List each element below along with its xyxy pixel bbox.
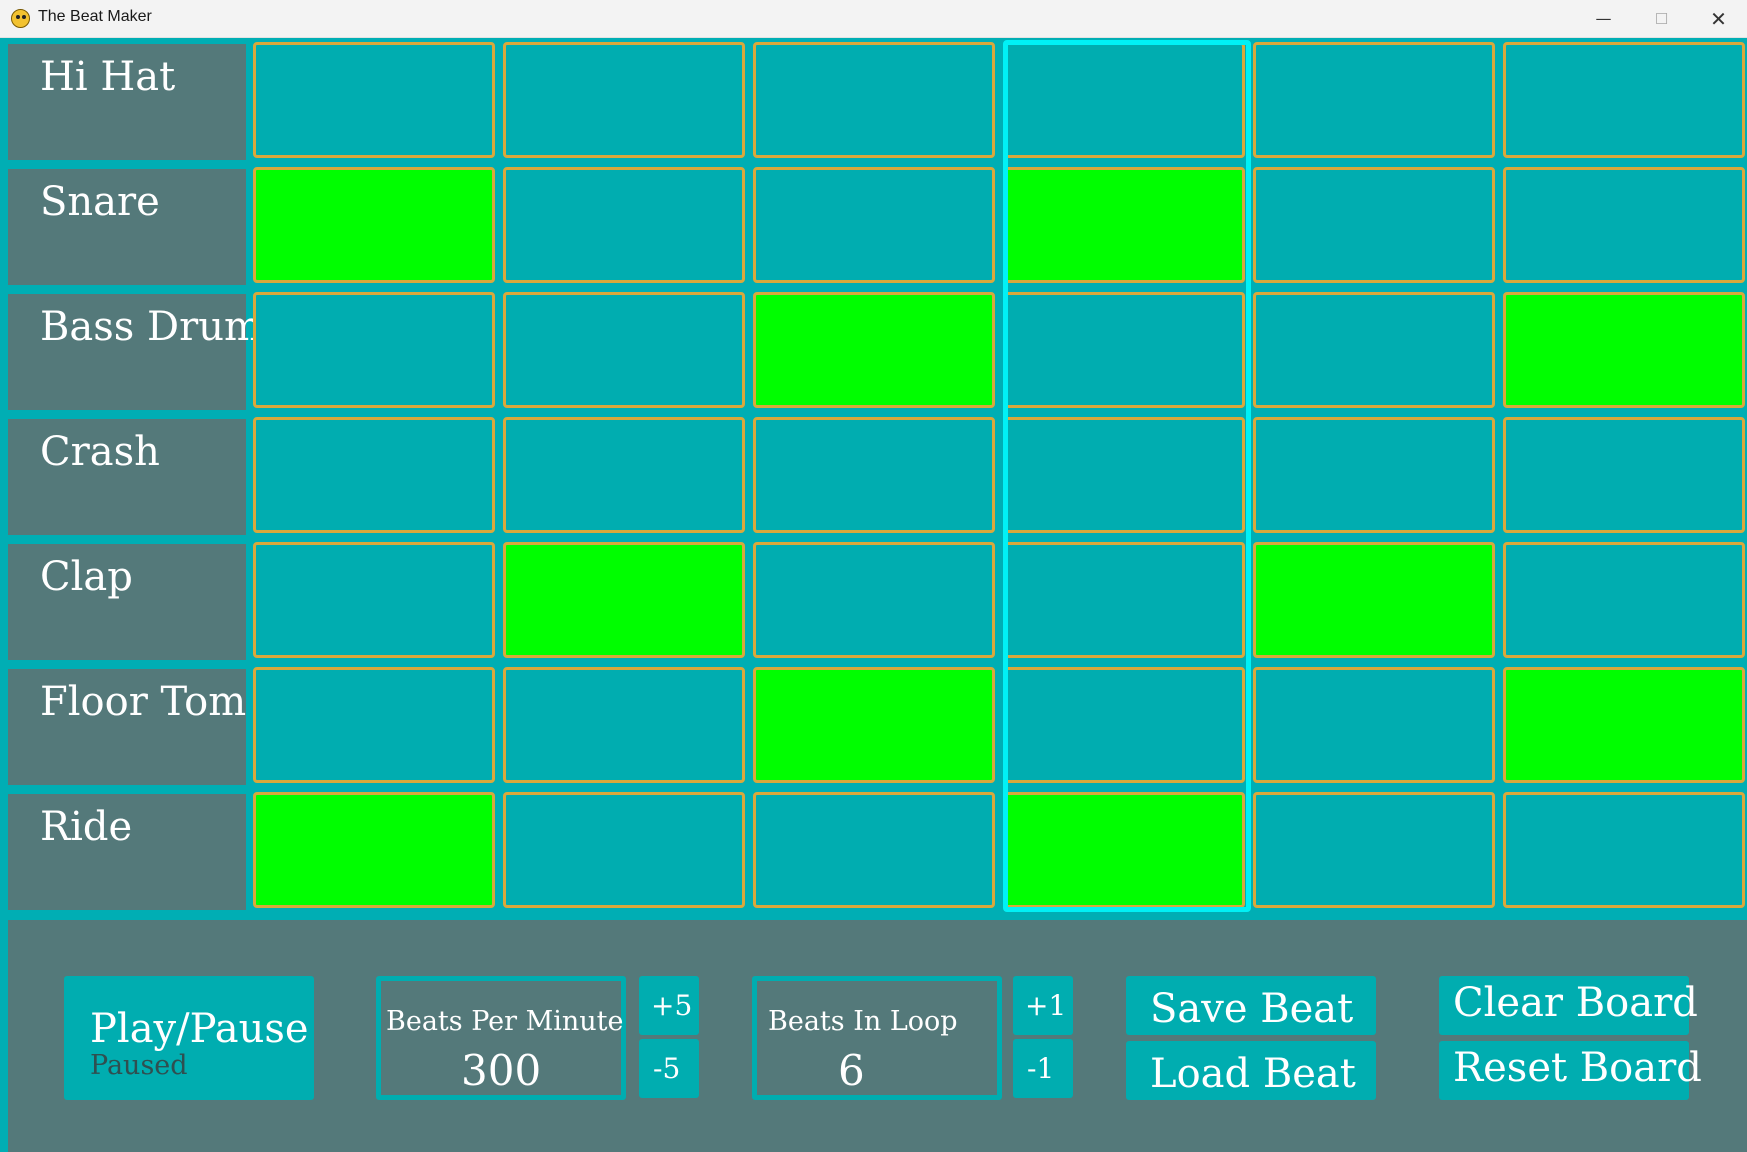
- beat-cell-r7-c4[interactable]: [1003, 792, 1245, 908]
- beat-cell-r3-c4[interactable]: [1003, 292, 1245, 408]
- beat-cell-r4-c6[interactable]: [1503, 417, 1745, 533]
- beat-cell-r2-c1[interactable]: [253, 167, 495, 283]
- beat-cell-r1-c6[interactable]: [1503, 42, 1745, 158]
- beat-cell-r3-c1[interactable]: [253, 292, 495, 408]
- instrument-label-bass-drum: Bass Drum: [8, 294, 262, 410]
- beat-cell-r6-c3[interactable]: [753, 667, 995, 783]
- bpm-increase-button[interactable]: +5: [639, 976, 699, 1035]
- beat-cell-r6-c1[interactable]: [253, 667, 495, 783]
- instrument-label-hi-hat: Hi Hat: [8, 44, 246, 160]
- reset-board-button[interactable]: Reset Board: [1439, 1041, 1702, 1100]
- beat-cell-r7-c2[interactable]: [503, 792, 745, 908]
- load-beat-label: Load Beat: [1150, 1051, 1356, 1097]
- instrument-column: Hi Hat Snare Bass Drum Crash Clap Floor …: [8, 44, 262, 910]
- beat-cell-r1-c5[interactable]: [1253, 42, 1495, 158]
- close-button[interactable]: ✕: [1690, 0, 1747, 37]
- beat-cell-r4-c2[interactable]: [503, 417, 745, 533]
- beat-cell-r5-c3[interactable]: [753, 542, 995, 658]
- window-title: The Beat Maker: [38, 8, 152, 25]
- beat-cell-r1-c1[interactable]: [253, 42, 495, 158]
- beat-cell-r2-c5[interactable]: [1253, 167, 1495, 283]
- beat-cell-r2-c3[interactable]: [753, 167, 995, 283]
- beat-cell-r3-c5[interactable]: [1253, 292, 1495, 408]
- instrument-label-floor-tom: Floor Tom: [8, 669, 246, 785]
- beat-cell-r4-c3[interactable]: [753, 417, 995, 533]
- beat-cell-r4-c5[interactable]: [1253, 417, 1495, 533]
- loop-increase-button[interactable]: +1: [1013, 976, 1073, 1035]
- bpm-decrease-button[interactable]: -5: [639, 1039, 699, 1098]
- beat-cell-r1-c4[interactable]: [1003, 42, 1245, 158]
- beat-cell-r5-c2[interactable]: [503, 542, 745, 658]
- instrument-label-ride: Ride: [8, 794, 246, 910]
- beat-cell-r5-c5[interactable]: [1253, 542, 1495, 658]
- save-beat-button[interactable]: Save Beat: [1126, 976, 1376, 1035]
- beat-cell-r6-c4[interactable]: [1003, 667, 1245, 783]
- beat-cell-r3-c6[interactable]: [1503, 292, 1745, 408]
- minimize-button[interactable]: —: [1575, 0, 1632, 37]
- app-icon: [11, 9, 30, 28]
- instrument-label-clap: Clap: [8, 544, 246, 660]
- beat-cell-r7-c1[interactable]: [253, 792, 495, 908]
- title-bar: The Beat Maker — ☐ ✕: [0, 0, 1747, 38]
- bpm-decrease-label: -5: [653, 1052, 681, 1085]
- beat-cell-r4-c1[interactable]: [253, 417, 495, 533]
- load-beat-button[interactable]: Load Beat: [1126, 1041, 1376, 1100]
- clear-board-label: Clear Board: [1453, 980, 1698, 1026]
- bpm-value: 300: [461, 1046, 542, 1095]
- beat-cell-r6-c5[interactable]: [1253, 667, 1495, 783]
- beat-cell-r2-c2[interactable]: [503, 167, 745, 283]
- beat-cell-r6-c2[interactable]: [503, 667, 745, 783]
- beat-cell-r1-c2[interactable]: [503, 42, 745, 158]
- play-pause-label: Play/Pause: [90, 1006, 309, 1052]
- beat-cell-r7-c5[interactable]: [1253, 792, 1495, 908]
- beat-cell-r5-c4[interactable]: [1003, 542, 1245, 658]
- beat-cell-r1-c3[interactable]: [753, 42, 995, 158]
- bpm-display: Beats Per Minute 300: [376, 976, 626, 1100]
- play-pause-button[interactable]: Play/Pause Paused: [64, 976, 314, 1100]
- maximize-button[interactable]: ☐: [1633, 0, 1690, 37]
- beat-cell-r3-c2[interactable]: [503, 292, 745, 408]
- loop-increase-label: +1: [1025, 989, 1067, 1022]
- loop-value: 6: [838, 1046, 865, 1095]
- save-beat-label: Save Beat: [1150, 986, 1354, 1032]
- beat-cell-r3-c3[interactable]: [753, 292, 995, 408]
- loop-decrease-button[interactable]: -1: [1013, 1039, 1073, 1098]
- bpm-increase-label: +5: [651, 989, 693, 1022]
- beat-cell-r2-c6[interactable]: [1503, 167, 1745, 283]
- bpm-title: Beats Per Minute: [386, 1006, 624, 1037]
- beat-cell-r7-c3[interactable]: [753, 792, 995, 908]
- beat-cell-r4-c4[interactable]: [1003, 417, 1245, 533]
- instrument-label-snare: Snare: [8, 169, 246, 285]
- loop-title: Beats In Loop: [768, 1006, 958, 1037]
- reset-board-label: Reset Board: [1453, 1045, 1702, 1091]
- control-panel: Play/Pause Paused Beats Per Minute 300 +…: [8, 920, 1747, 1152]
- clear-board-button[interactable]: Clear Board: [1439, 976, 1698, 1035]
- beats-in-loop-display: Beats In Loop 6: [752, 976, 1002, 1100]
- play-state-text: Paused: [90, 1050, 188, 1081]
- beat-cell-r5-c6[interactable]: [1503, 542, 1745, 658]
- instrument-label-crash: Crash: [8, 419, 246, 535]
- loop-decrease-label: -1: [1027, 1052, 1055, 1085]
- beat-cell-r7-c6[interactable]: [1503, 792, 1745, 908]
- beat-cell-r5-c1[interactable]: [253, 542, 495, 658]
- beat-cell-r2-c4[interactable]: [1003, 167, 1245, 283]
- beat-cell-r6-c6[interactable]: [1503, 667, 1745, 783]
